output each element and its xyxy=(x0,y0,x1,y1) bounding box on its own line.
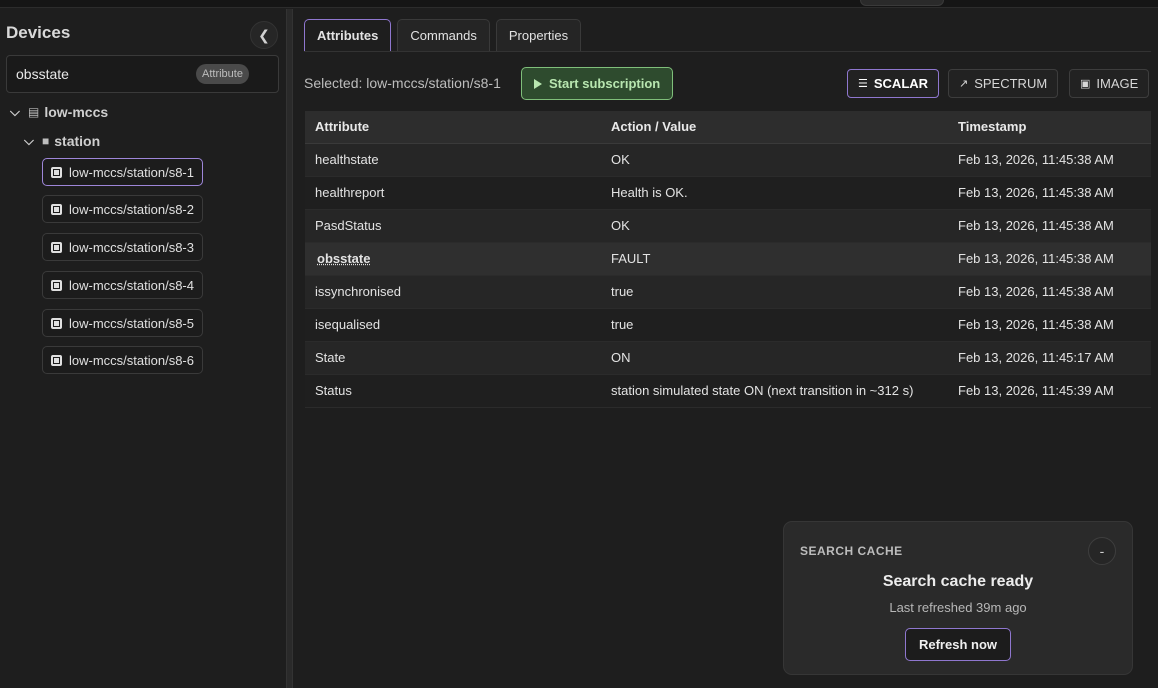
table-row[interactable]: isequalised true Feb 13, 2026, 11:45:38 … xyxy=(305,308,1151,342)
table-row[interactable]: PasdStatus OK Feb 13, 2026, 11:45:38 AM xyxy=(305,209,1151,243)
attribute-cell: State xyxy=(305,341,601,375)
tree-node-root-label: low-mccs xyxy=(44,104,109,120)
value-cell: Health is OK. xyxy=(601,176,948,210)
device-search-input[interactable]: obsstate Attribute xyxy=(6,55,279,93)
tab-commands[interactable]: Commands xyxy=(397,19,490,51)
attribute-cell: healthstate xyxy=(305,143,601,177)
attribute-cell: obsstate xyxy=(305,242,601,276)
chip-icon xyxy=(51,166,62,178)
line-chart-icon: ↗ xyxy=(959,78,969,90)
column-header-value[interactable]: Action / Value xyxy=(601,111,948,144)
minimize-button[interactable]: - xyxy=(1088,537,1116,565)
device-item[interactable]: low-mccs/station/s8-5 xyxy=(42,309,203,337)
value-cell: true xyxy=(601,275,948,309)
collapse-sidebar-button[interactable]: ❮ xyxy=(250,21,278,49)
chevron-down-icon[interactable]: ⌵ xyxy=(10,104,26,120)
table-row[interactable]: healthstate OK Feb 13, 2026, 11:45:38 AM xyxy=(305,143,1151,177)
start-subscription-label: Start subscription xyxy=(549,76,661,91)
timestamp-cell: Feb 13, 2026, 11:45:38 AM xyxy=(948,176,1151,210)
tab-divider xyxy=(304,51,1151,52)
refresh-now-button[interactable]: Refresh now xyxy=(905,628,1011,661)
top-bar-pill xyxy=(860,0,944,6)
list-icon: ☰ xyxy=(858,78,868,90)
search-value: obsstate xyxy=(16,66,69,82)
timestamp-cell: Feb 13, 2026, 11:45:17 AM xyxy=(948,341,1151,375)
spectrum-mode-button[interactable]: ↗ SPECTRUM xyxy=(948,69,1059,98)
chip-icon xyxy=(51,354,62,366)
sidebar-title: Devices xyxy=(6,23,71,42)
value-cell: true xyxy=(601,308,948,342)
value-cell: OK xyxy=(601,209,948,243)
tree-node-folder[interactable]: ⌵ ■ station xyxy=(24,133,100,149)
start-subscription-button[interactable]: Start subscription xyxy=(521,67,674,100)
tab-attributes[interactable]: Attributes xyxy=(304,19,392,51)
timestamp-cell: Feb 13, 2026, 11:45:38 AM xyxy=(948,143,1151,177)
table-row[interactable]: State ON Feb 13, 2026, 11:45:17 AM xyxy=(305,341,1151,375)
tab-properties[interactable]: Properties xyxy=(495,19,582,51)
device-item[interactable]: low-mccs/station/s8-1 xyxy=(42,158,203,186)
timestamp-cell: Feb 13, 2026, 11:45:38 AM xyxy=(948,242,1151,276)
timestamp-cell: Feb 13, 2026, 11:45:38 AM xyxy=(948,308,1151,342)
chip-icon xyxy=(51,241,62,253)
search-cache-panel: SEARCH CACHE - Search cache ready Last r… xyxy=(783,521,1133,675)
device-item-label: low-mccs/station/s8-3 xyxy=(69,239,194,255)
search-cache-heading: SEARCH CACHE xyxy=(800,544,903,558)
attributes-table: Attribute Action / Value Timestamp healt… xyxy=(305,111,1151,408)
device-item-label: low-mccs/station/s8-4 xyxy=(69,277,194,293)
device-item-label: low-mccs/station/s8-1 xyxy=(69,164,194,180)
value-cell: OK xyxy=(601,143,948,177)
device-item[interactable]: low-mccs/station/s8-4 xyxy=(42,271,203,299)
attribute-cell: healthreport xyxy=(305,176,601,210)
scalar-mode-button[interactable]: ☰ SCALAR xyxy=(847,69,940,98)
image-icon: ▣ xyxy=(1080,78,1091,90)
attribute-cell: isequalised xyxy=(305,308,601,342)
tree-node-root[interactable]: ⌵ ▤ low-mccs xyxy=(10,104,108,120)
search-cache-title: Search cache ready xyxy=(882,573,1034,590)
device-item-label: low-mccs/station/s8-5 xyxy=(69,315,194,331)
server-icon: ▤ xyxy=(28,105,40,119)
play-icon xyxy=(534,78,542,89)
timestamp-cell: Feb 13, 2026, 11:45:38 AM xyxy=(948,209,1151,243)
device-item[interactable]: low-mccs/station/s8-3 xyxy=(42,233,203,261)
folder-icon: ■ xyxy=(42,134,50,148)
device-item-label: low-mccs/station/s8-2 xyxy=(69,201,194,217)
attribute-cell: Status xyxy=(305,374,601,408)
table-row[interactable]: Status station simulated state ON (next … xyxy=(305,374,1151,408)
minimize-icon: - xyxy=(1099,543,1105,559)
tab-bar: Attributes Commands Properties xyxy=(304,19,582,51)
sidebar: Devices ❮ obsstate Attribute ⌵ ▤ low-mcc… xyxy=(0,9,286,688)
device-item[interactable]: low-mccs/station/s8-2 xyxy=(42,195,203,223)
tree-node-folder-label: station xyxy=(54,133,101,149)
value-cell: ON xyxy=(601,341,948,375)
device-item[interactable]: low-mccs/station/s8-6 xyxy=(42,346,203,374)
search-type-chip[interactable]: Attribute xyxy=(196,64,249,84)
column-header-attribute[interactable]: Attribute xyxy=(305,111,601,144)
attribute-cell: PasdStatus xyxy=(305,209,601,243)
scalar-mode-label: SCALAR xyxy=(873,76,929,91)
image-mode-label: IMAGE xyxy=(1096,76,1139,91)
table-row[interactable]: issynchronised true Feb 13, 2026, 11:45:… xyxy=(305,275,1151,309)
chevron-left-icon: ❮ xyxy=(258,26,270,43)
value-cell: station simulated state ON (next transit… xyxy=(601,374,948,408)
chip-icon xyxy=(51,279,62,291)
column-header-timestamp[interactable]: Timestamp xyxy=(948,111,1151,144)
panel-resize-handle[interactable] xyxy=(286,9,293,688)
chevron-down-icon[interactable]: ⌵ xyxy=(24,133,40,149)
search-match-highlight: obsstate xyxy=(317,251,371,266)
table-row[interactable]: healthreport Health is OK. Feb 13, 2026,… xyxy=(305,176,1151,210)
timestamp-cell: Feb 13, 2026, 11:45:38 AM xyxy=(948,275,1151,309)
selected-device-label: Selected: low-mccs/station/s8-1 xyxy=(304,75,501,91)
timestamp-cell: Feb 13, 2026, 11:45:39 AM xyxy=(948,374,1151,408)
chip-icon xyxy=(51,203,62,215)
value-cell: FAULT xyxy=(601,242,948,276)
spectrum-mode-label: SPECTRUM xyxy=(974,76,1048,91)
table-row-highlighted[interactable]: obsstate FAULT Feb 13, 2026, 11:45:38 AM xyxy=(305,242,1151,276)
chip-icon xyxy=(51,317,62,329)
search-cache-subtitle: Last refreshed 39m ago xyxy=(889,600,1027,615)
device-item-label: low-mccs/station/s8-6 xyxy=(69,352,194,368)
table-header-row: Attribute Action / Value Timestamp xyxy=(305,111,1151,144)
image-mode-button[interactable]: ▣ IMAGE xyxy=(1069,69,1150,98)
top-bar xyxy=(0,0,1158,8)
attribute-cell: issynchronised xyxy=(305,275,601,309)
